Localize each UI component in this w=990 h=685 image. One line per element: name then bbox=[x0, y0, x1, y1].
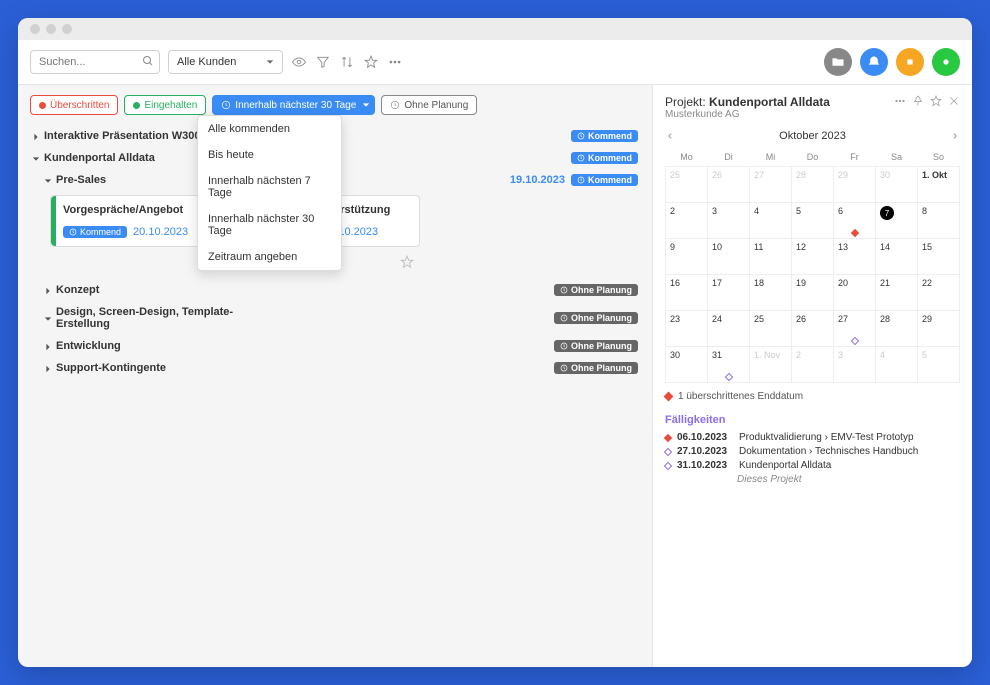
right-panel: Projekt: Kundenportal Alldata Musterkund… bbox=[652, 85, 972, 667]
toolbar: Alle Kunden bbox=[18, 40, 972, 85]
filter-icon[interactable] bbox=[315, 54, 331, 70]
diamond-red-icon bbox=[664, 392, 674, 402]
folder-button[interactable] bbox=[824, 48, 852, 76]
caret-right-icon bbox=[32, 132, 40, 140]
fall-row[interactable]: 27.10.2023Dokumentation › Technisches Ha… bbox=[665, 446, 960, 457]
green-button[interactable] bbox=[932, 48, 960, 76]
calendar-grid: MoDiMiDoFrSaSo 2526272829301. Okt 234567… bbox=[665, 148, 960, 383]
tree-item-design[interactable]: Design, Screen-Design, Template-Erstellu… bbox=[30, 301, 640, 335]
badge-ohne: Ohne Planung bbox=[554, 284, 638, 296]
badge-ohne: Ohne Planung bbox=[554, 362, 638, 374]
star-icon[interactable] bbox=[363, 54, 379, 70]
filter-row: Überschritten Eingehalten Innerhalb näch… bbox=[30, 95, 640, 115]
badge-kommend: Kommend bbox=[571, 152, 638, 164]
filter-innerhalb[interactable]: Innerhalb nächster 30 Tage bbox=[212, 95, 375, 115]
star-icon[interactable] bbox=[930, 95, 942, 107]
content: Überschritten Eingehalten Innerhalb näch… bbox=[18, 85, 972, 667]
tree-item-entwicklung[interactable]: Entwicklung Ohne Planung bbox=[30, 335, 640, 357]
fall-row[interactable]: 31.10.2023Kundenportal Alldata bbox=[665, 460, 960, 471]
caret-down-icon bbox=[32, 154, 40, 162]
caret-right-icon bbox=[44, 364, 52, 372]
menu-item-bis[interactable]: Bis heute bbox=[198, 142, 341, 168]
caret-right-icon bbox=[44, 286, 52, 294]
tree-item-support[interactable]: Support-Kontingente Ohne Planung bbox=[30, 357, 640, 379]
badge-kommend: Kommend bbox=[571, 130, 638, 142]
close-icon[interactable] bbox=[948, 95, 960, 107]
caret-down-icon bbox=[44, 314, 52, 322]
max-traffic[interactable] bbox=[62, 24, 72, 34]
chevron-down-icon bbox=[266, 58, 274, 66]
tree-item-konzept[interactable]: Konzept Ohne Planung bbox=[30, 279, 640, 301]
customer-dropdown-label: Alle Kunden bbox=[177, 56, 236, 68]
clock-icon bbox=[221, 100, 231, 110]
customer-name: Musterkunde AG bbox=[665, 109, 830, 120]
filter-dropdown-menu: Alle kommenden Bis heute Innerhalb nächs… bbox=[197, 115, 342, 271]
pin-icon[interactable] bbox=[912, 95, 924, 107]
prev-month-icon[interactable] bbox=[665, 131, 675, 141]
sort-icon[interactable] bbox=[339, 54, 355, 70]
orange-button[interactable] bbox=[896, 48, 924, 76]
calendar-nav: Oktober 2023 bbox=[665, 130, 960, 142]
app-window: Alle Kunden Überschritten Eingehalten In… bbox=[18, 18, 972, 667]
today-marker: 7 bbox=[880, 206, 894, 220]
filter-eingehalten[interactable]: Eingehalten bbox=[124, 95, 206, 115]
more-icon[interactable] bbox=[387, 54, 403, 70]
search-icon bbox=[142, 55, 154, 67]
falligkeiten-section: Fälligkeiten 06.10.2023Produktvalidierun… bbox=[665, 414, 960, 485]
fall-note: Dieses Projekt bbox=[737, 474, 960, 485]
eye-icon[interactable] bbox=[291, 54, 307, 70]
diamond-vio-icon bbox=[664, 462, 672, 470]
menu-item-30tage[interactable]: Innerhalb nächster 30 Tage bbox=[198, 206, 341, 244]
fall-row[interactable]: 06.10.2023Produktvalidierung › EMV-Test … bbox=[665, 432, 960, 443]
search-wrap bbox=[30, 50, 160, 74]
bell-button[interactable] bbox=[860, 48, 888, 76]
legend: 1 überschrittenes Enddatum bbox=[665, 391, 960, 402]
min-traffic[interactable] bbox=[46, 24, 56, 34]
titlebar bbox=[18, 18, 972, 40]
badge-kommend: Kommend bbox=[571, 174, 638, 186]
menu-item-7tage[interactable]: Innerhalb nächsten 7 Tage bbox=[198, 168, 341, 206]
card-date: 20.10.2023 bbox=[133, 226, 188, 238]
left-panel: Überschritten Eingehalten Innerhalb näch… bbox=[18, 85, 652, 667]
chevron-down-icon bbox=[362, 101, 370, 109]
filter-overschritten[interactable]: Überschritten bbox=[30, 95, 118, 115]
more-icon[interactable] bbox=[894, 95, 906, 107]
cards-row: Vorgespräche/Angebot Kommend20.10.2023 T… bbox=[50, 195, 640, 247]
diamond-red-icon bbox=[664, 434, 672, 442]
menu-item-alle[interactable]: Alle kommenden bbox=[198, 116, 341, 142]
project-title: Projekt: Kundenportal Alldata bbox=[665, 95, 830, 109]
right-header: Projekt: Kundenportal Alldata Musterkund… bbox=[665, 95, 960, 120]
calendar-title: Oktober 2023 bbox=[779, 130, 846, 142]
clock-icon bbox=[390, 100, 400, 110]
filter-ohne[interactable]: Ohne Planung bbox=[381, 95, 477, 115]
falligkeiten-title: Fälligkeiten bbox=[665, 414, 960, 426]
search-input[interactable] bbox=[30, 50, 160, 74]
star-icon[interactable] bbox=[400, 255, 414, 269]
badge-ohne: Ohne Planung bbox=[554, 312, 638, 324]
menu-item-zeitraum[interactable]: Zeitraum angeben bbox=[198, 244, 341, 270]
customer-dropdown[interactable]: Alle Kunden bbox=[168, 50, 283, 74]
caret-down-icon bbox=[44, 176, 52, 184]
badge-kommend: Kommend bbox=[63, 226, 127, 238]
badge-ohne: Ohne Planung bbox=[554, 340, 638, 352]
diamond-vio-icon bbox=[664, 448, 672, 456]
next-month-icon[interactable] bbox=[950, 131, 960, 141]
caret-right-icon bbox=[44, 342, 52, 350]
presales-date: 19.10.2023 bbox=[510, 174, 565, 186]
close-traffic[interactable] bbox=[30, 24, 40, 34]
